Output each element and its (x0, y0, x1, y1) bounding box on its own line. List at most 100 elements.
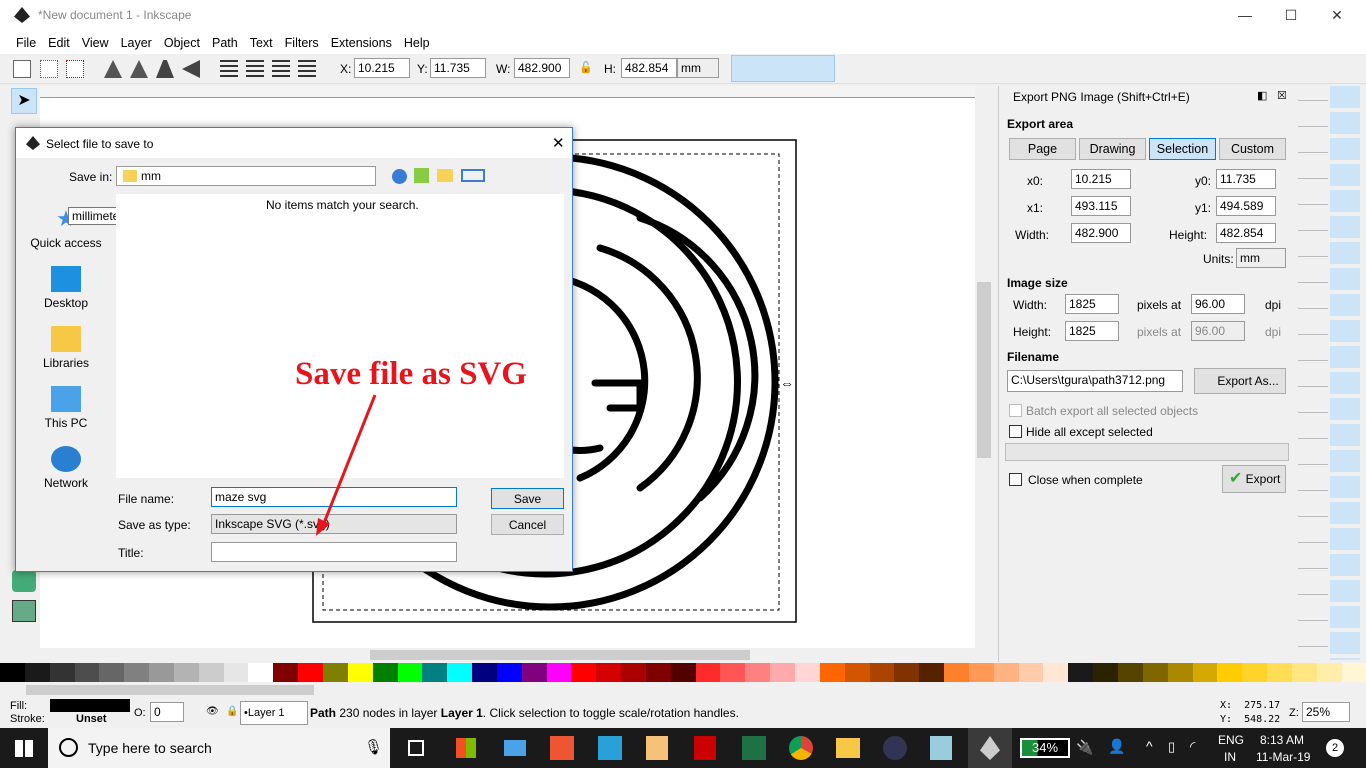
tab-custom[interactable]: Custom (1219, 138, 1286, 160)
select-all-layers-icon[interactable] (40, 60, 58, 78)
snap-toggles[interactable] (731, 55, 835, 82)
palette-swatch[interactable] (869, 663, 895, 682)
filename-input[interactable]: C:\Users\tgura\path3712.png (1007, 370, 1183, 392)
chevron-up-icon[interactable]: ^ (1146, 738, 1153, 754)
menu-object[interactable]: Object (158, 30, 206, 54)
palette-swatch[interactable] (347, 663, 373, 682)
color-palette[interactable] (0, 663, 1366, 682)
new-folder-icon[interactable] (437, 169, 453, 182)
microphone-icon[interactable]: 🎙 (364, 738, 383, 756)
x1-input[interactable]: 493.115 (1071, 196, 1131, 216)
excel-icon[interactable] (742, 736, 766, 760)
place-network[interactable]: Network (16, 446, 116, 490)
palette-swatch[interactable] (894, 663, 920, 682)
close-when-complete-checkbox[interactable] (1009, 473, 1022, 486)
selector-tool-icon[interactable]: ➤ (11, 88, 37, 114)
palette-swatch[interactable] (1068, 663, 1094, 682)
palette-swatch[interactable] (919, 663, 945, 682)
place-desktop[interactable]: Desktop (16, 266, 116, 310)
panel-collapse-icon[interactable]: ◧ (1257, 89, 1267, 102)
minimize-button[interactable]: — (1222, 0, 1268, 30)
language-region[interactable]: IN (1224, 750, 1236, 764)
palette-swatch[interactable] (1167, 663, 1193, 682)
x-input[interactable]: 10.215 (354, 58, 410, 78)
height-input[interactable]: 482.854 (1216, 223, 1276, 243)
palette-swatch[interactable] (0, 663, 25, 682)
img-width-input[interactable]: 1825 (1065, 294, 1119, 314)
palette-swatch[interactable] (198, 663, 224, 682)
palette-swatch[interactable] (819, 663, 845, 682)
place-libraries[interactable]: Libraries (16, 326, 116, 370)
app-icon[interactable] (504, 740, 526, 756)
unit-select[interactable]: mm (677, 58, 719, 78)
palette-swatch[interactable] (124, 663, 150, 682)
eye-icon[interactable]: 👁 (206, 706, 219, 717)
language-indicator[interactable]: ENG (1218, 733, 1244, 747)
snap-controls-bar[interactable] (1330, 86, 1360, 660)
units-select[interactable]: mm (1236, 248, 1286, 268)
menu-view[interactable]: View (76, 30, 115, 54)
palette-swatch[interactable] (944, 663, 969, 682)
menu-help[interactable]: Help (398, 30, 436, 54)
menu-layer[interactable]: Layer (115, 30, 158, 54)
lock-icon[interactable]: 🔒 (226, 706, 238, 717)
battery-indicator[interactable]: 34% (1020, 738, 1070, 758)
menu-text[interactable]: Text (244, 30, 279, 54)
vertical-scrollbar[interactable] (975, 86, 993, 648)
search-box[interactable]: Type here to search 🎙 (48, 728, 390, 768)
palette-swatch[interactable] (322, 663, 348, 682)
palette-swatch[interactable] (1117, 663, 1143, 682)
view-menu-icon[interactable] (461, 169, 485, 182)
export-as-button[interactable]: Export As... (1194, 368, 1286, 394)
palette-swatch[interactable] (695, 663, 721, 682)
start-icon[interactable] (15, 740, 33, 757)
select-all-icon[interactable] (13, 60, 31, 78)
dpi-input[interactable]: 96.00 (1191, 294, 1245, 314)
palette-swatch[interactable] (745, 663, 771, 682)
connector-tool-icon[interactable] (12, 600, 36, 622)
palette-swatch[interactable] (1341, 663, 1366, 682)
layer-select[interactable]: •Layer 1 (240, 701, 308, 725)
palette-swatch[interactable] (1142, 663, 1168, 682)
hide-all-checkbox[interactable] (1009, 425, 1022, 438)
palette-swatch[interactable] (223, 663, 249, 682)
raise-to-top-icon[interactable] (220, 60, 238, 78)
chrome-icon[interactable] (789, 736, 813, 760)
fill-swatch[interactable] (50, 699, 130, 712)
app-icon[interactable] (646, 736, 668, 760)
menu-file[interactable]: File (10, 30, 42, 54)
export-button[interactable]: ✔ Export (1222, 465, 1286, 493)
palette-swatch[interactable] (993, 663, 1019, 682)
palette-swatch[interactable] (795, 663, 820, 682)
width-input[interactable]: 482.900 (1071, 223, 1131, 243)
network-icon[interactable]: ▯ (1168, 739, 1175, 755)
tab-page[interactable]: Page (1009, 138, 1076, 160)
menu-extensions[interactable]: Extensions (325, 30, 398, 54)
w-input[interactable]: 482.900 (514, 58, 570, 78)
app-icon[interactable] (883, 736, 907, 760)
mcafee-icon[interactable] (694, 736, 716, 760)
tab-selection[interactable]: Selection (1149, 138, 1216, 160)
dialog-close-icon[interactable]: ✕ (552, 134, 565, 152)
palette-swatch[interactable] (248, 663, 274, 682)
palette-swatch[interactable] (521, 663, 547, 682)
palette-swatch[interactable] (571, 663, 597, 682)
title-input[interactable] (211, 542, 457, 562)
palette-swatch[interactable] (844, 663, 870, 682)
zoom-input[interactable]: 25% (1302, 702, 1350, 722)
panel-close-icon[interactable]: ☒ (1277, 89, 1287, 102)
palette-swatch[interactable] (74, 663, 100, 682)
palette-swatch[interactable] (273, 663, 299, 682)
lower-to-bottom-icon[interactable] (298, 60, 316, 78)
menu-edit[interactable]: Edit (42, 30, 76, 54)
up-folder-icon[interactable] (414, 168, 429, 183)
clock-time[interactable]: 8:13 AM (1260, 733, 1304, 747)
palette-swatch[interactable] (596, 663, 622, 682)
palette-swatch[interactable] (1316, 663, 1342, 682)
deselect-icon[interactable] (66, 60, 84, 78)
back-icon[interactable] (392, 169, 407, 184)
palette-swatch[interactable] (670, 663, 696, 682)
palette-swatch[interactable] (1242, 663, 1268, 682)
palette-swatch[interactable] (472, 663, 497, 682)
palette-swatch[interactable] (49, 663, 75, 682)
